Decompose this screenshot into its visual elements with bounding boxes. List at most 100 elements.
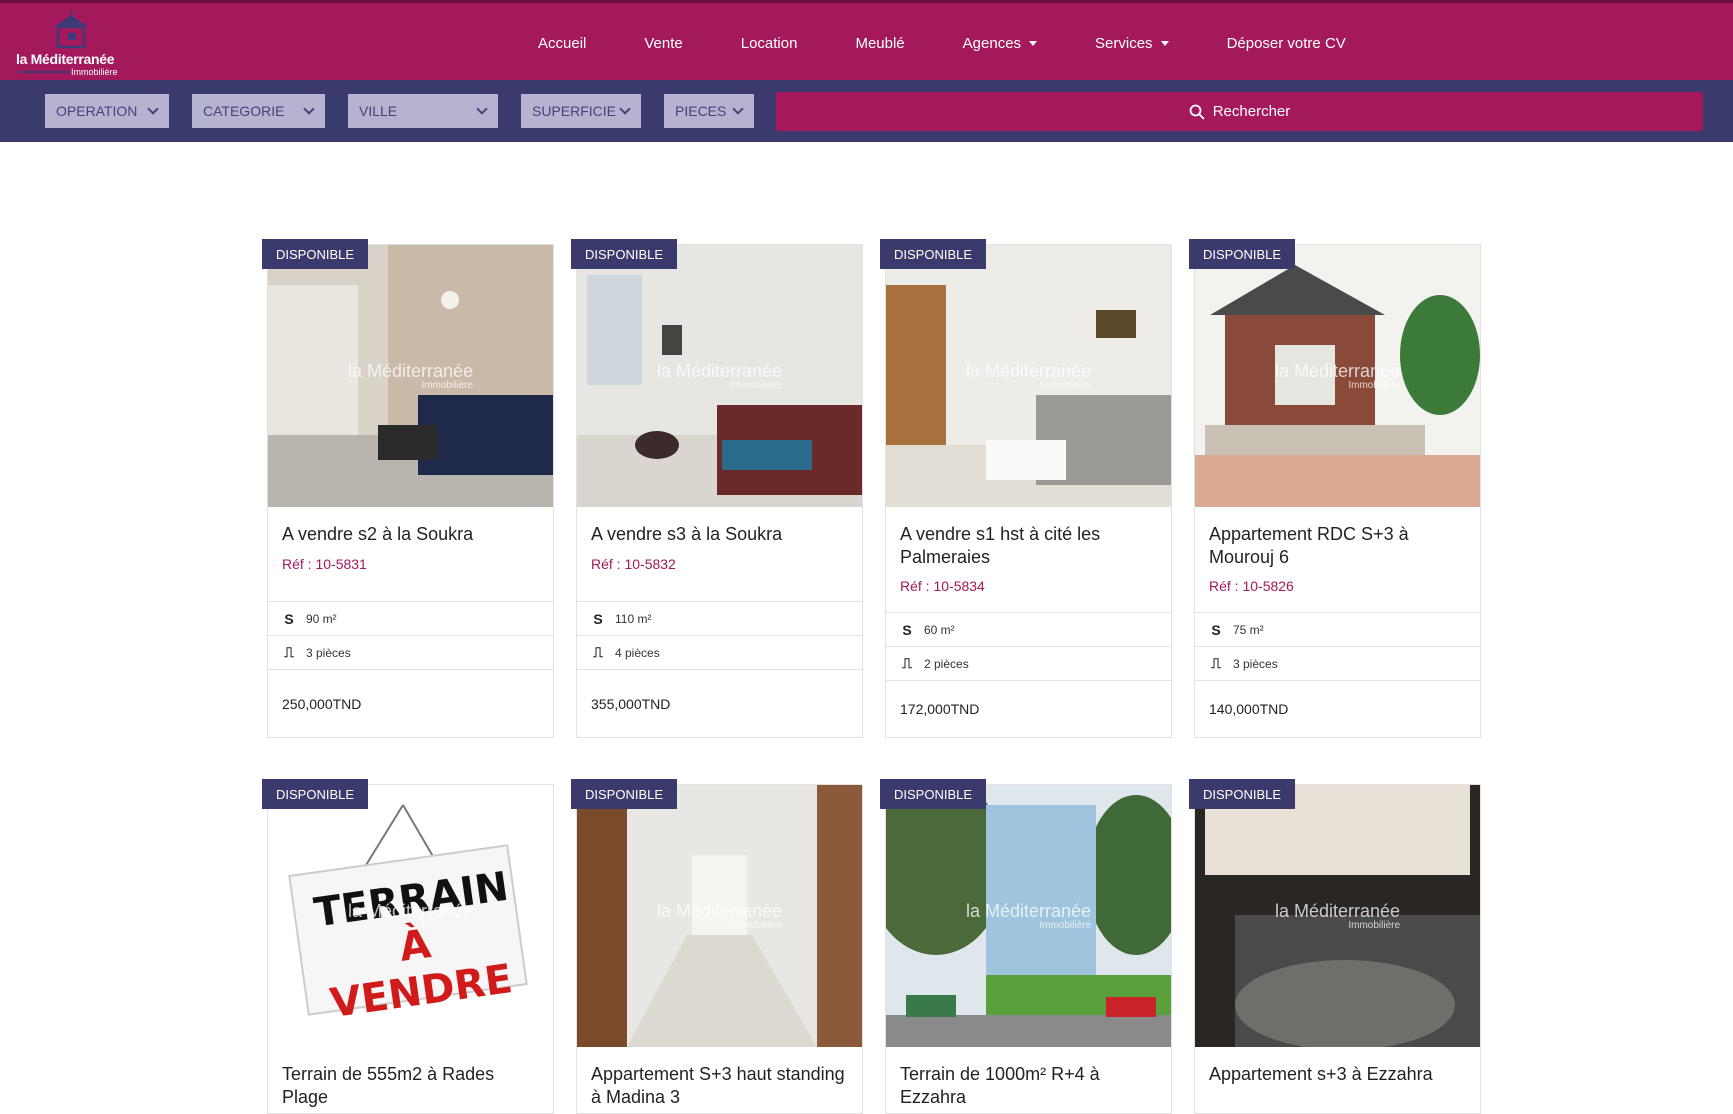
listing-card[interactable]: la Méditerranée Immobilière DISPONIBLE Ap… xyxy=(1189,239,1481,738)
listing-title[interactable]: Terrain de 1000m² R+4 à Ezzahra xyxy=(900,1063,1160,1109)
pieces-row: ⎍ 3 pièces xyxy=(1195,646,1480,680)
listing-title[interactable]: Appartement s+3 à Ezzahra xyxy=(1209,1063,1469,1086)
nav-label: Vente xyxy=(644,34,683,52)
listing-card[interactable]: la Méditerranée Immobilière DISPONIBLE Ap… xyxy=(1189,779,1481,1114)
status-badge: DISPONIBLE xyxy=(571,779,678,809)
chevron-down-icon xyxy=(303,103,315,115)
watermark: la Méditerranée Immobilière xyxy=(347,901,474,931)
listing-ref: Réf : 10-5831 xyxy=(282,556,367,572)
listing-photo[interactable]: la Méditerranée Immobilière xyxy=(886,785,1171,1047)
listing-title[interactable]: Terrain de 555m2 à Rades Plage xyxy=(282,1063,542,1109)
surface-value: 60 m² xyxy=(924,622,955,637)
door-icon: ⎍ xyxy=(1211,655,1221,671)
surface-icon: S xyxy=(593,610,603,627)
nav-vente[interactable]: Vente xyxy=(644,35,682,52)
pieces-value: 3 pièces xyxy=(306,645,351,660)
caret-down-icon xyxy=(1029,40,1038,46)
door-icon: ⎍ xyxy=(902,655,912,671)
listing-price: 172,000TND xyxy=(886,680,1171,737)
price-value: 140,000TND xyxy=(1209,701,1289,717)
status-badge: DISPONIBLE xyxy=(1189,779,1296,809)
listing-card[interactable]: TERRAIN À VENDRE la Méditerranée Immobili… xyxy=(262,779,554,1114)
listing-photo[interactable]: la Méditerranée Immobilière xyxy=(268,245,553,507)
listing-ref: Réf : 10-5826 xyxy=(1209,578,1294,594)
ville-select[interactable]: VILLE xyxy=(348,94,498,128)
status-badge: DISPONIBLE xyxy=(571,239,678,269)
nav-accueil[interactable]: Accueil xyxy=(538,35,586,52)
listing-title[interactable]: Appartement RDC S+3 à Mourouj 6 xyxy=(1209,523,1469,569)
nav-label: Location xyxy=(740,34,798,52)
nav-location[interactable]: Location xyxy=(741,35,798,52)
listing-title[interactable]: A vendre s3 à la Soukra xyxy=(591,523,851,546)
chevron-down-icon xyxy=(147,103,159,115)
operation-select[interactable]: OPERATION xyxy=(45,94,169,128)
listing-title[interactable]: A vendre s2 à la Soukra xyxy=(282,523,542,546)
price-value: 250,000TND xyxy=(282,695,362,712)
search-button-label: Rechercher xyxy=(1212,103,1291,120)
pieces-value: 2 pièces xyxy=(924,656,969,671)
surface-value: 110 m² xyxy=(615,611,652,626)
house-logo-icon xyxy=(54,11,88,49)
pieces-select[interactable]: PIECES xyxy=(664,94,754,128)
listing-photo[interactable]: la Méditerranée Immobilière xyxy=(577,785,862,1047)
listing-price: 355,000TND xyxy=(577,669,862,737)
surface-row: S 90 m² xyxy=(268,601,553,635)
brand-sub: Immobilière xyxy=(71,67,118,77)
listing-card[interactable]: la Méditerranée Immobilière DISPONIBLE Te… xyxy=(880,779,1172,1114)
door-icon: ⎍ xyxy=(593,644,603,660)
surface-row: S 75 m² xyxy=(1195,612,1480,646)
listing-card[interactable]: la Méditerranée Immobilière DISPONIBLE A … xyxy=(262,239,554,738)
listing-card[interactable]: la Méditerranée Immobilière DISPONIBLE A … xyxy=(571,239,863,738)
nav-services-dropdown[interactable]: Services xyxy=(1095,35,1169,52)
select-label: OPERATION xyxy=(56,103,138,119)
price-value: 355,000TND xyxy=(591,695,671,712)
listing-photo[interactable]: TERRAIN À VENDRE la Méditerranée Immobili… xyxy=(268,785,553,1047)
brand-underline xyxy=(18,71,70,73)
nav-label: Agences xyxy=(962,34,1022,52)
price-value: 172,000TND xyxy=(900,701,980,717)
pieces-row: ⎍ 3 pièces xyxy=(268,635,553,669)
search-icon xyxy=(1189,104,1205,120)
listing-photo[interactable]: la Méditerranée Immobilière xyxy=(1195,245,1480,507)
surface-value: 90 m² xyxy=(306,611,337,626)
categorie-select[interactable]: CATEGORIE xyxy=(192,94,325,128)
watermark: la Méditerranée Immobilière xyxy=(347,361,474,391)
search-button[interactable]: Rechercher xyxy=(776,92,1703,131)
search-filter-bar: OPERATION CATEGORIE VILLE SUPERFICIE PIE… xyxy=(0,80,1733,142)
nav-meuble[interactable]: Meublé xyxy=(855,35,904,52)
nav-label: Services xyxy=(1095,34,1153,52)
watermark: la Méditerranée Immobilière xyxy=(965,361,1092,391)
status-badge: DISPONIBLE xyxy=(262,779,369,809)
superficie-select[interactable]: SUPERFICIE xyxy=(521,94,641,128)
listing-card[interactable]: la Méditerranée Immobilière DISPONIBLE A … xyxy=(880,239,1172,738)
listing-photo[interactable]: la Méditerranée Immobilière xyxy=(1195,785,1480,1047)
listing-ref: Réf : 10-5832 xyxy=(591,556,676,572)
caret-down-icon xyxy=(1160,40,1169,46)
nav-agences-dropdown[interactable]: Agences xyxy=(962,34,1038,52)
listing-title[interactable]: A vendre s1 hst à cité les Palmeraies xyxy=(900,523,1160,569)
chevron-down-icon xyxy=(732,103,744,115)
pieces-row: ⎍ 2 pièces xyxy=(886,646,1171,680)
listing-photo[interactable]: la Méditerranée Immobilière xyxy=(577,245,862,507)
surface-row: S 110 m² xyxy=(577,601,862,635)
listing-title[interactable]: Appartement S+3 haut standing à Madina 3 xyxy=(591,1063,851,1109)
main-nav: Accueil Vente Location Meublé Agences Se… xyxy=(538,3,1404,83)
watermark: la Méditerranée Immobilière xyxy=(656,361,783,391)
brand-logo[interactable]: la Méditerranée Immobilière xyxy=(16,11,128,77)
brand-name: la Méditerranée xyxy=(16,51,115,67)
listing-price: 250,000TND xyxy=(268,669,553,737)
terrain-sign: TERRAIN À VENDRE xyxy=(311,864,518,1027)
nav-label: Accueil xyxy=(538,34,587,52)
top-navbar: la Méditerranée Immobilière Accueil Vent… xyxy=(0,0,1733,80)
chevron-down-icon xyxy=(619,103,631,115)
watermark: la Méditerranée Immobilière xyxy=(965,901,1092,931)
select-label: SUPERFICIE xyxy=(532,103,617,119)
listing-photo[interactable]: la Méditerranée Immobilière xyxy=(886,245,1171,507)
select-label: PIECES xyxy=(675,103,727,119)
status-badge: DISPONIBLE xyxy=(880,779,987,809)
listing-card[interactable]: la Méditerranée Immobilière DISPONIBLE Ap… xyxy=(571,779,863,1114)
status-badge: DISPONIBLE xyxy=(880,239,987,269)
nav-deposer-cv[interactable]: Déposer votre CV xyxy=(1227,35,1346,52)
listing-price: 140,000TND xyxy=(1195,680,1480,737)
select-label: VILLE xyxy=(359,103,398,119)
